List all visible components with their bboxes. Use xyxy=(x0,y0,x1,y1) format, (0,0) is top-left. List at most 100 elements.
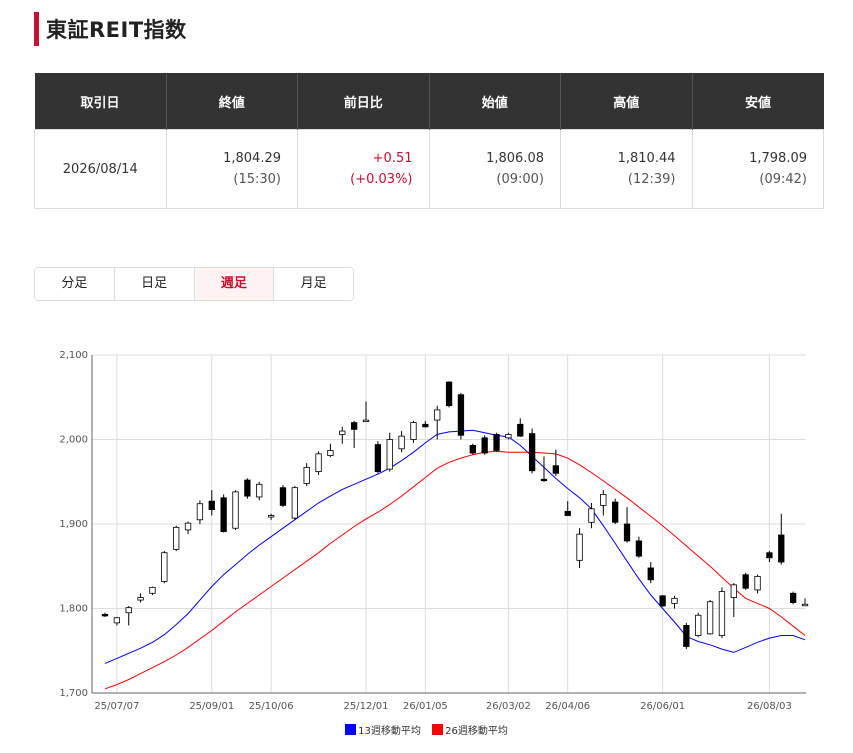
tab-minute[interactable]: 分足 xyxy=(35,268,115,300)
header-close: 終値 xyxy=(166,73,298,130)
open-cell: 1,806.08 (09:00) xyxy=(428,129,561,209)
high-time: (12:39) xyxy=(627,172,676,187)
x-tick-label: 26/06/01 xyxy=(640,701,685,712)
x-tick-label: 25/12/01 xyxy=(344,701,389,712)
header-high: 高値 xyxy=(560,73,693,130)
candle-body xyxy=(778,534,785,563)
candle-body xyxy=(386,439,393,470)
y-tick-label: 1,900 xyxy=(59,519,88,530)
page-title: 東証REIT指数 xyxy=(46,18,187,42)
tab-weekly[interactable]: 週足 xyxy=(194,268,275,300)
period-tabs: 分足 日足 週足 月足 xyxy=(34,267,354,301)
candle-body xyxy=(339,430,346,435)
candle-body xyxy=(398,435,405,450)
change-percent: (+0.03%) xyxy=(350,172,413,187)
y-tick-label: 1,700 xyxy=(59,688,88,699)
legend-ma26-label: 26週移動平均 xyxy=(445,726,508,737)
candle-body xyxy=(493,434,500,451)
quote-header-row: 取引日 終値 前日比 始値 高値 安値 xyxy=(34,73,824,130)
candle-body xyxy=(505,434,512,439)
header-change: 前日比 xyxy=(297,73,430,130)
candle-body xyxy=(706,601,714,635)
quote-row: 2026/08/14 1,804.29 (15:30) +0.51 (+0.03… xyxy=(34,129,824,209)
x-tick-label: 26/03/02 xyxy=(486,701,531,712)
candle-body xyxy=(576,533,583,561)
legend-ma13: 13週移動平均 xyxy=(345,722,421,737)
candle-body xyxy=(327,450,334,456)
candle-body xyxy=(303,466,310,484)
tab-monthly[interactable]: 月足 xyxy=(274,268,353,300)
candle-body xyxy=(517,423,524,437)
candle-body xyxy=(291,487,298,519)
candle-body xyxy=(351,422,358,430)
change-value: +0.51 xyxy=(372,151,413,166)
candle-body xyxy=(588,508,595,523)
candle-body xyxy=(161,552,168,582)
candle-body xyxy=(137,597,144,601)
tab-daily[interactable]: 日足 xyxy=(114,268,195,300)
legend-ma13-swatch xyxy=(345,724,357,735)
open-time: (09:00) xyxy=(496,172,544,187)
candle-body xyxy=(184,522,192,531)
candle-body xyxy=(730,584,737,598)
header-open: 始値 xyxy=(429,73,561,130)
candle-body xyxy=(742,574,749,589)
candle-body xyxy=(125,607,132,614)
candle-body xyxy=(410,422,417,440)
change-cell: +0.51 (+0.03%) xyxy=(297,129,430,209)
candle-body xyxy=(564,510,571,516)
candle-body xyxy=(801,603,809,607)
weekly-candlestick-chart: 1,700 1,800 1,900 2,000 2,100 25/07/07 25/09/0… xyxy=(59,350,809,712)
candle-body xyxy=(256,483,263,498)
candle-body xyxy=(683,624,690,647)
x-tick-label: 25/09/01 xyxy=(189,701,234,712)
candle-body xyxy=(623,523,631,542)
trade-date: 2026/08/14 xyxy=(34,129,167,209)
header-low: 安値 xyxy=(692,73,824,130)
x-tick-label: 25/10/06 xyxy=(249,701,294,712)
candle-body xyxy=(196,503,204,521)
legend-ma26: 26週移動平均 xyxy=(432,722,508,737)
low-time: (09:42) xyxy=(759,172,807,187)
close-value: 1,804.29 xyxy=(223,151,281,166)
candle-body xyxy=(173,526,180,550)
x-tick-label: 25/07/07 xyxy=(94,701,139,712)
candle-body xyxy=(754,575,761,591)
candle-body xyxy=(789,592,797,603)
open-value: 1,806.08 xyxy=(486,151,544,166)
candle-body xyxy=(671,597,678,604)
candle-body xyxy=(101,614,109,617)
candle-body xyxy=(695,614,702,636)
candle-body xyxy=(149,586,156,594)
candle-body xyxy=(766,552,773,559)
candle-body xyxy=(315,453,322,473)
candle-body xyxy=(374,444,382,473)
candle-body xyxy=(208,500,215,511)
quote-table: 取引日 終値 前日比 始値 高値 安値 2026/08/14 1,804.29 … xyxy=(34,73,824,209)
y-tick-label: 1,800 xyxy=(59,604,88,615)
candle-body xyxy=(244,479,251,497)
legend-ma26-swatch xyxy=(432,724,444,735)
legend-ma13-label: 13週移動平均 xyxy=(358,726,421,737)
candle-body xyxy=(362,419,370,422)
candle-body xyxy=(267,515,275,518)
candle-body xyxy=(445,381,453,407)
x-tick-label: 26/04/06 xyxy=(545,701,590,712)
candle-body xyxy=(540,478,548,482)
candle-body xyxy=(457,394,465,436)
candle-body xyxy=(469,445,476,454)
header-date: 取引日 xyxy=(34,73,167,130)
high-value: 1,810.44 xyxy=(617,151,676,166)
candle-body xyxy=(612,501,619,523)
title-accent-bar xyxy=(34,12,39,46)
close-time: (15:30) xyxy=(233,172,281,187)
candle-body xyxy=(113,617,121,624)
candle-body xyxy=(422,423,429,428)
candle-body xyxy=(434,409,441,421)
low-cell: 1,798.09 (09:42) xyxy=(691,129,824,209)
close-cell: 1,804.29 (15:30) xyxy=(165,129,298,209)
candle-body xyxy=(528,433,536,472)
low-value: 1,798.09 xyxy=(749,151,807,166)
candle-body xyxy=(659,595,666,607)
candle-body xyxy=(600,494,607,506)
